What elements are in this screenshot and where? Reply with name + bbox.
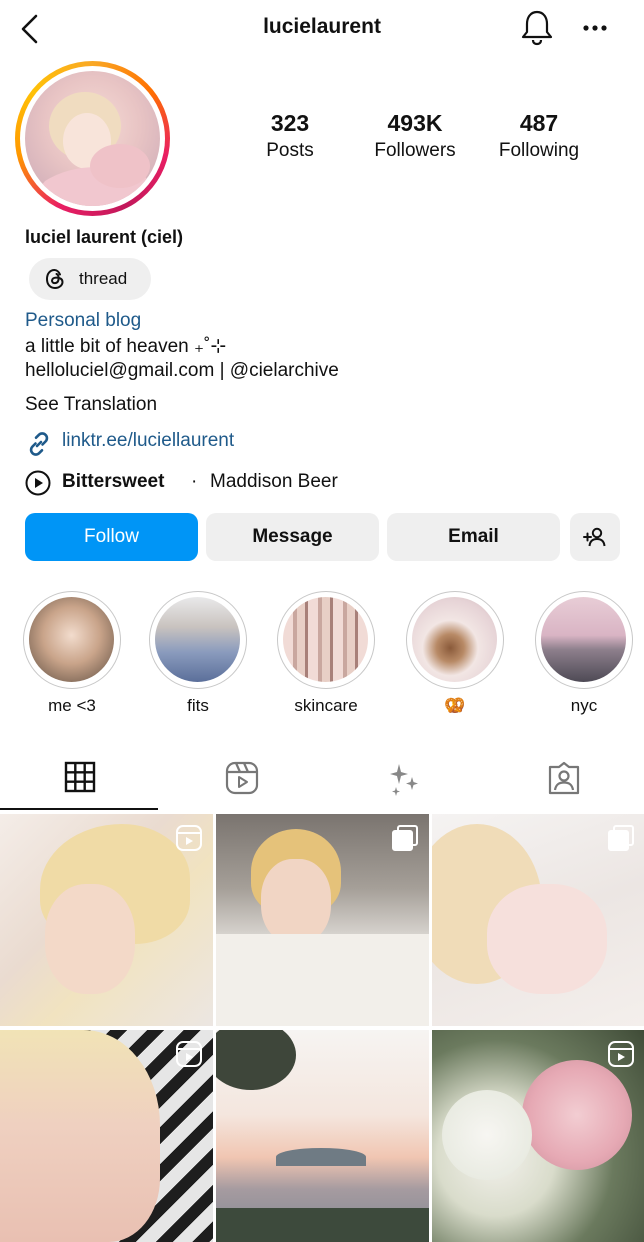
stat-following-label: Following	[498, 140, 580, 161]
stat-posts[interactable]: 323 Posts	[230, 110, 350, 162]
threads-badge[interactable]: thread	[29, 258, 151, 300]
display-name: luciel laurent (ciel)	[25, 227, 184, 247]
profile-category: Personal blog	[25, 310, 142, 331]
stat-following-value: 487	[519, 110, 559, 136]
highlight-label: me <3	[48, 696, 96, 715]
active-tab-indicator	[0, 808, 158, 810]
post-tile[interactable]	[432, 814, 644, 1026]
highlight-cover	[541, 597, 626, 682]
stat-posts-label: Posts	[266, 140, 314, 161]
see-translation-link[interactable]: See Translation	[25, 394, 157, 416]
highlight-label: nyc	[570, 696, 598, 715]
bell-icon[interactable]	[519, 8, 555, 46]
profile-music[interactable]: Bittersweet · Maddison Beer	[25, 469, 425, 497]
follow-button[interactable]: Follow	[25, 513, 198, 561]
avatar-photo	[25, 71, 160, 206]
highlight-skincare[interactable]: skincare	[276, 591, 376, 716]
highlight-label: fits	[187, 696, 209, 715]
highlight-cover	[29, 597, 114, 682]
threads-badge-label: thread	[79, 269, 128, 288]
tab-reels[interactable]	[161, 752, 321, 804]
music-separator: ·	[191, 471, 198, 492]
stat-followers[interactable]: 493K Followers	[355, 110, 475, 162]
threads-icon	[45, 268, 64, 290]
reels-icon	[225, 761, 259, 795]
highlight-fits[interactable]: fits	[148, 591, 248, 716]
post-tile[interactable]	[432, 1030, 644, 1242]
post-tile[interactable]	[216, 1030, 429, 1242]
post-tile[interactable]	[216, 814, 429, 1026]
highlight-cover	[412, 597, 497, 682]
highlight-cover	[155, 597, 240, 682]
song-artist: Maddison Beer	[210, 471, 338, 492]
highlight-label: skincare	[294, 696, 358, 715]
reel-badge-icon	[176, 1041, 202, 1067]
tab-sparkles[interactable]	[322, 752, 482, 804]
sparkles-icon	[390, 764, 418, 796]
reel-badge-icon	[608, 1041, 634, 1067]
link-icon	[29, 432, 49, 456]
ellipsis-icon[interactable]	[578, 18, 614, 38]
post-tile[interactable]	[0, 1030, 213, 1242]
suggest-users-button[interactable]	[570, 513, 620, 561]
stat-posts-value: 323	[270, 110, 310, 136]
highlight-label: 🥨	[444, 696, 466, 715]
play-circle-icon	[25, 470, 51, 496]
bio-line-1: a little bit of heaven ₊˚⊹	[25, 336, 227, 357]
carousel-badge-icon	[392, 825, 418, 851]
carousel-badge-icon	[608, 825, 634, 851]
stat-followers-label: Followers	[374, 140, 456, 161]
stat-followers-value: 493K	[387, 110, 443, 136]
tagged-icon	[548, 761, 580, 795]
highlight-pretzel[interactable]: 🥨	[405, 591, 505, 716]
top-bar: lucielaurent	[0, 0, 644, 56]
highlight-me[interactable]: me <3	[22, 591, 122, 716]
stat-following[interactable]: 487 Following	[479, 110, 599, 162]
tab-grid[interactable]	[0, 752, 160, 804]
grid-icon	[64, 761, 96, 793]
song-title: Bittersweet	[62, 471, 165, 492]
reel-badge-icon	[176, 825, 202, 851]
profile-tabs	[0, 752, 644, 810]
tab-tagged[interactable]	[483, 752, 643, 804]
post-tile[interactable]	[0, 814, 213, 1026]
avatar[interactable]	[15, 61, 170, 216]
posts-grid	[0, 814, 644, 1242]
link-text[interactable]: linktr.ee/luciellaurent	[62, 430, 234, 452]
highlight-nyc[interactable]: nyc	[534, 591, 634, 716]
highlight-cover	[283, 597, 368, 682]
message-button[interactable]: Message	[206, 513, 379, 561]
add-person-icon	[583, 527, 606, 547]
email-button[interactable]: Email	[387, 513, 560, 561]
bio-line-2: helloluciel@gmail.com | @cielarchive	[25, 360, 339, 381]
